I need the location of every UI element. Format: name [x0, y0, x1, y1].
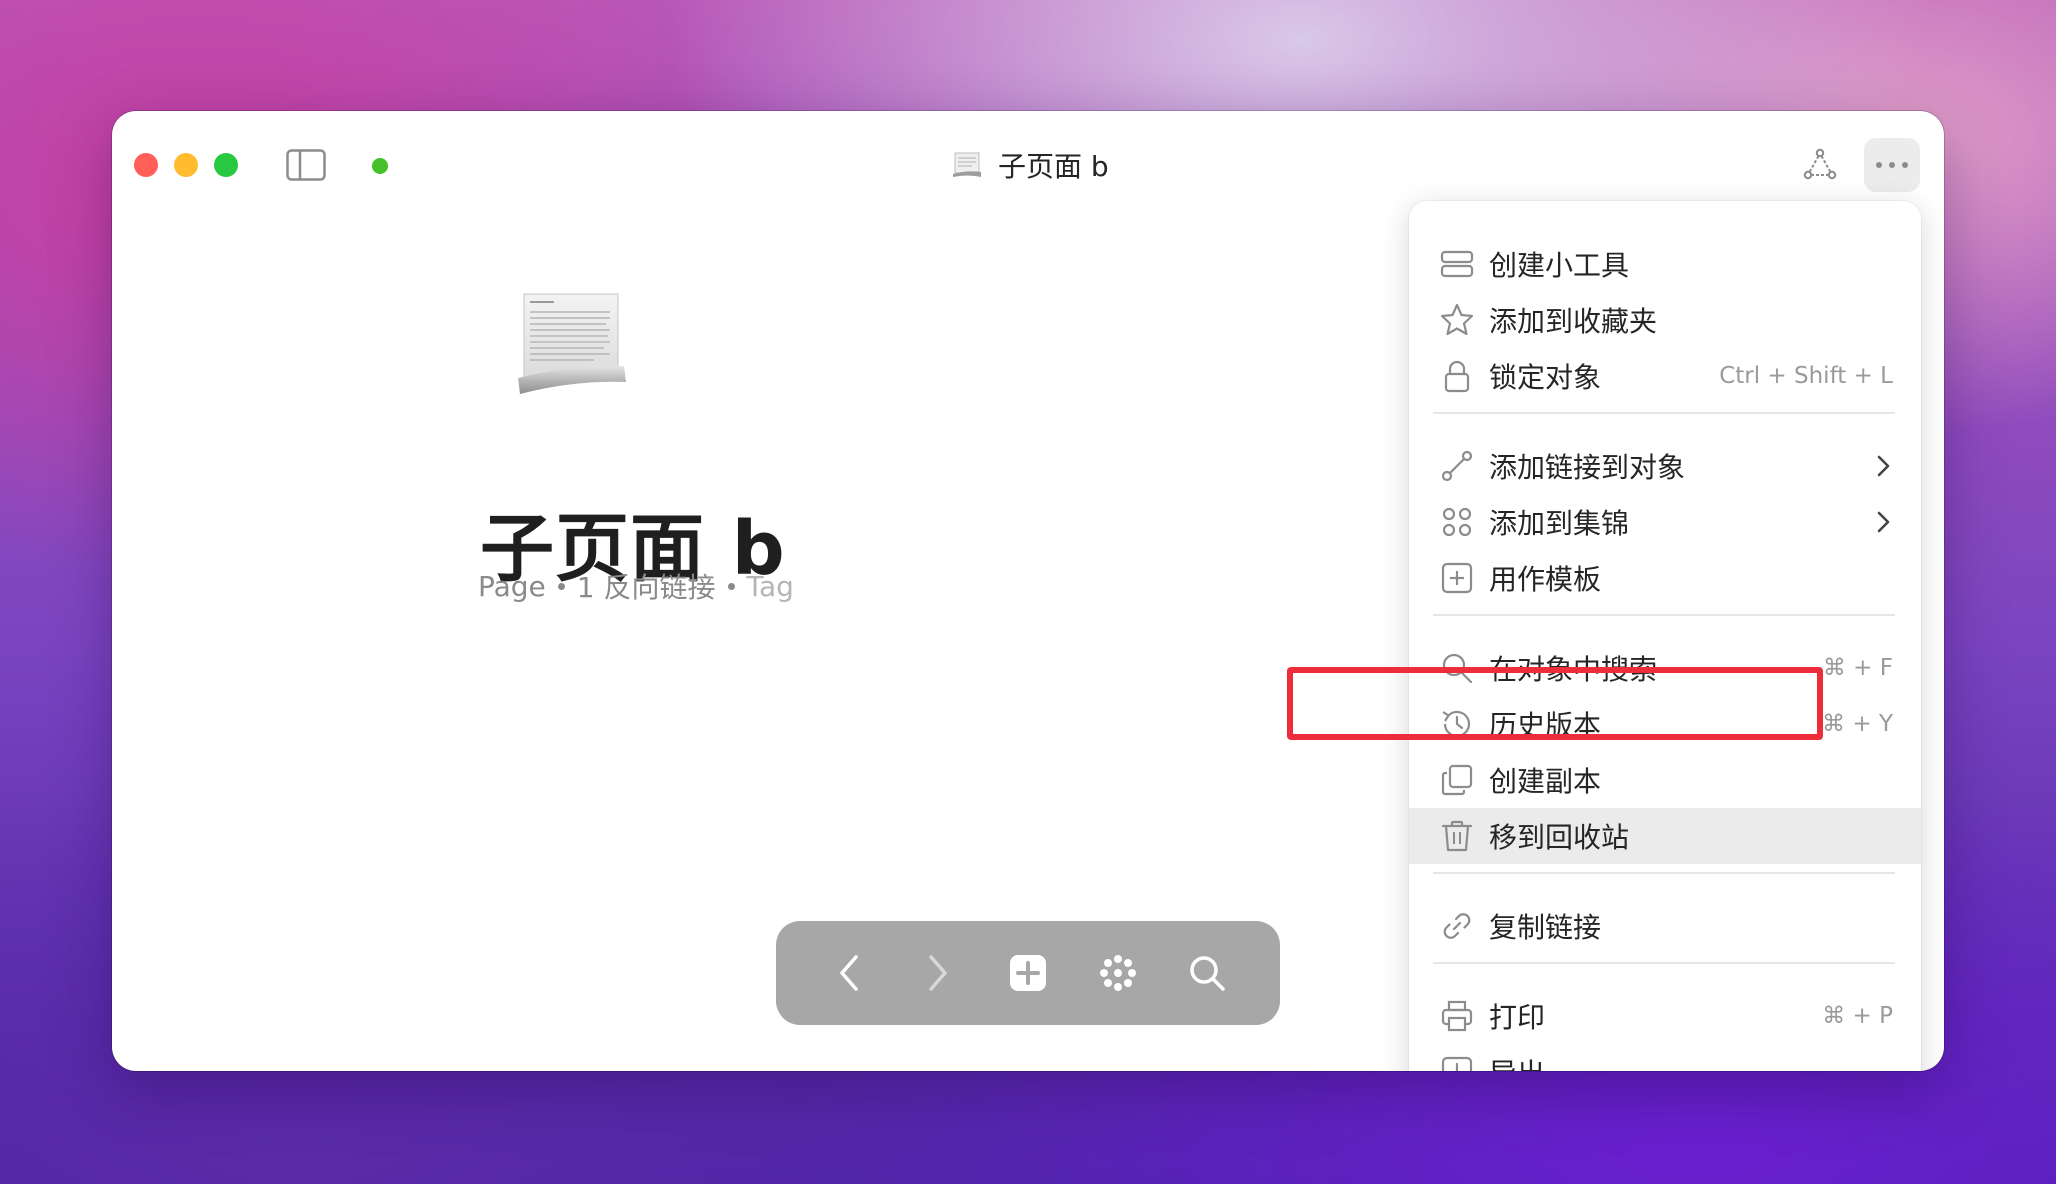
menu-item-copy-link[interactable]: 复制链接: [1409, 898, 1921, 954]
menu-item-label: 复制链接: [1489, 911, 1602, 944]
chevron-right-icon: [929, 955, 948, 991]
menu-divider: [1433, 614, 1895, 616]
graph-icon[interactable]: [1800, 145, 1840, 185]
menu-item-label: 创建小工具: [1489, 249, 1630, 282]
dots-cluster-icon: [1099, 955, 1136, 991]
shortcut-label: ⌘ + F: [1822, 655, 1893, 681]
menu-item-label: 添加到集锦: [1489, 507, 1630, 540]
menu-item-label: 创建副本: [1489, 765, 1602, 798]
menu-item-label: 添加到收藏夹: [1489, 305, 1658, 338]
menu-item-lock-object[interactable]: 锁定对象 Ctrl + Shift + L: [1409, 348, 1921, 404]
menu-divider: [1433, 412, 1895, 414]
more-options-button[interactable]: [1864, 138, 1920, 192]
back-button[interactable]: [819, 943, 879, 1003]
menu-item-duplicate[interactable]: 创建副本: [1409, 752, 1921, 808]
shortcut-label: ⌘ + Y: [1822, 711, 1893, 737]
chevron-right-icon: [1877, 455, 1890, 477]
sync-status-dot: [372, 158, 388, 174]
page-cover-icon[interactable]: [514, 286, 632, 396]
close-window-button[interactable]: [134, 153, 158, 177]
document-icon: [953, 152, 981, 177]
sidebar-toggle-icon[interactable]: [286, 149, 326, 181]
bottom-navigation-bar: [776, 921, 1280, 1025]
export-icon: [1441, 1056, 1473, 1071]
window-title: 子页面 b: [952, 143, 1109, 187]
shortcut-label: Ctrl + Shift + L: [1719, 363, 1893, 389]
plus-square-icon: [1009, 955, 1046, 991]
separator-dot: [727, 582, 735, 590]
shortcut-label: ⌘ + P: [1822, 1003, 1893, 1029]
menu-item-use-as-template[interactable]: 用作模板: [1409, 550, 1921, 606]
new-object-button[interactable]: [998, 943, 1058, 1003]
menu-item-label: 移到回收站: [1489, 821, 1630, 854]
chevron-left-icon: [840, 955, 858, 991]
template-icon: [1441, 562, 1473, 594]
object-context-menu: 创建小工具 添加到收藏夹 锁定对象 Ctrl + Shift + L 添加链接到…: [1409, 201, 1921, 1071]
page-type-label[interactable]: Page: [478, 570, 546, 603]
backlinks-link[interactable]: 1 反向链接: [577, 566, 716, 606]
star-icon: [1440, 303, 1474, 336]
separator-dot: [557, 582, 565, 590]
link-node-icon: [1441, 450, 1473, 482]
chevron-right-icon: [1877, 511, 1890, 533]
search-icon: [1190, 956, 1225, 991]
ellipsis-icon: [1876, 162, 1908, 168]
window-title-text: 子页面 b: [998, 150, 1109, 183]
highlight-annotation-box: [1287, 667, 1823, 740]
menu-item-export[interactable]: 导出: [1409, 1044, 1921, 1071]
minimize-window-button[interactable]: [174, 153, 198, 177]
menu-divider: [1433, 962, 1895, 964]
chain-link-icon: [1443, 913, 1471, 939]
widget-icon: [1440, 250, 1474, 278]
page-meta: Page 1 反向链接 Tag: [478, 566, 794, 606]
trash-icon: [1441, 820, 1473, 852]
menu-item-label: 添加链接到对象: [1489, 451, 1686, 484]
menu-item-create-widget[interactable]: 创建小工具: [1409, 236, 1921, 292]
menu-item-label: 导出: [1489, 1052, 1545, 1071]
lock-icon: [1444, 360, 1470, 393]
menu-item-add-to-favorites[interactable]: 添加到收藏夹: [1409, 292, 1921, 348]
search-button[interactable]: [1177, 943, 1237, 1003]
menu-item-label: 用作模板: [1489, 563, 1602, 596]
menu-item-add-link-to-object[interactable]: 添加链接到对象: [1409, 438, 1921, 494]
forward-button[interactable]: [908, 943, 968, 1003]
navigation-button[interactable]: [1088, 943, 1148, 1003]
menu-item-print[interactable]: 打印 ⌘ + P: [1409, 988, 1921, 1044]
menu-item-label: 打印: [1489, 1001, 1546, 1034]
app-window: 子页面 b 子页面 b Page 1 反向链接 Tag 创建小工具 添加到收藏夹…: [112, 111, 1944, 1071]
tag-placeholder[interactable]: Tag: [747, 570, 794, 603]
zoom-window-button[interactable]: [214, 153, 238, 177]
menu-divider: [1433, 872, 1895, 874]
duplicate-icon: [1441, 764, 1473, 796]
collection-icon: [1442, 507, 1472, 537]
menu-item-add-to-collection[interactable]: 添加到集锦: [1409, 494, 1921, 550]
menu-item-label: 锁定对象: [1489, 361, 1602, 394]
menu-item-move-to-trash[interactable]: 移到回收站: [1409, 808, 1921, 864]
printer-icon: [1441, 1000, 1473, 1032]
